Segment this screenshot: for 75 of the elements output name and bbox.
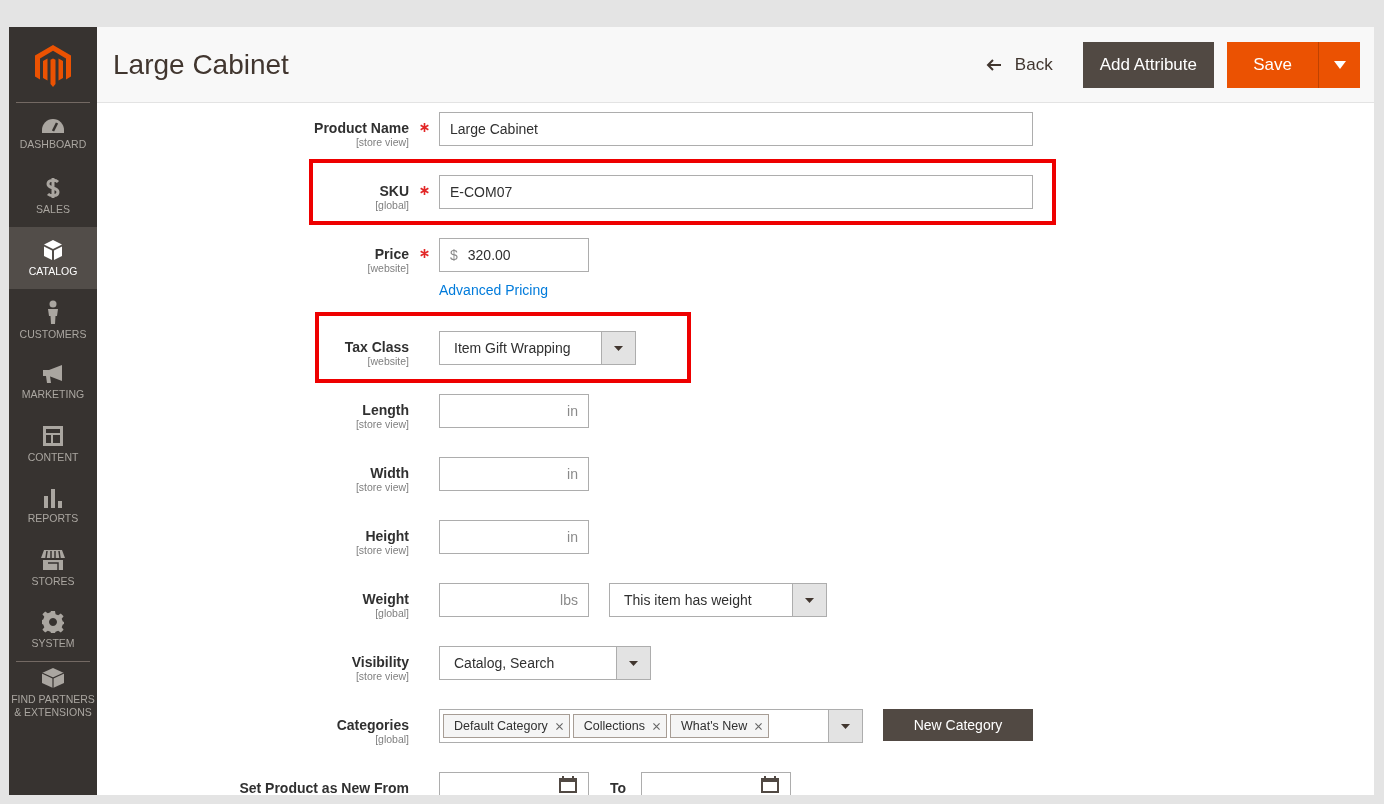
layout-icon (42, 424, 64, 447)
text-field[interactable]: E-COM07 (439, 175, 1033, 209)
nav-item[interactable]: MARKETING (9, 351, 97, 413)
gauge-icon (41, 117, 65, 134)
caret-icon (805, 597, 814, 603)
advanced-pricing-link[interactable]: Advanced Pricing (439, 282, 548, 298)
caret-icon (629, 660, 638, 666)
price-field[interactable]: $ 320.00 (439, 238, 589, 272)
number-field[interactable]: in (439, 394, 589, 428)
save-button[interactable]: Save (1227, 41, 1318, 88)
dollar-icon (46, 176, 60, 199)
to-label: To (610, 779, 627, 795)
page-title: Large Cabinet (113, 48, 289, 81)
person-icon (46, 299, 60, 324)
add-attribute-button[interactable]: Add Attribute (1082, 41, 1214, 88)
scope-label: [store view] (355, 418, 409, 430)
caret-icon (614, 345, 623, 351)
scope-label: [store view] (355, 136, 409, 148)
caret-icon (841, 723, 850, 729)
caret-icon (1333, 60, 1346, 69)
field-label: Categories (336, 717, 409, 733)
calendar-icon (760, 775, 781, 793)
nav-item[interactable]: DASHBOARD (9, 103, 97, 165)
megaphone-icon (42, 363, 64, 384)
scope-label: [store view] (355, 544, 409, 556)
field-label: Height (365, 528, 409, 544)
arrow-left-icon (985, 58, 1002, 71)
nav-item[interactable]: STORES (9, 537, 97, 599)
select-field[interactable]: This item has weight (609, 583, 827, 617)
category-tag[interactable]: Default Category (443, 714, 570, 738)
logo-icon (35, 45, 71, 87)
nav-item[interactable]: SYSTEM (9, 599, 97, 661)
remove-icon[interactable] (755, 722, 763, 730)
field-label: Price (374, 246, 409, 262)
number-field[interactable]: in (439, 457, 589, 491)
calendar-icon (558, 775, 578, 793)
nav-item[interactable]: CATALOG (9, 227, 97, 289)
scope-label: [website] (367, 262, 409, 274)
scope-label: [global] (375, 199, 409, 211)
bar-chart-icon (43, 487, 63, 508)
nav-item[interactable]: REPORTS (9, 475, 97, 537)
scope-label: [global] (375, 607, 409, 619)
select-field[interactable]: Catalog, Search (439, 646, 651, 680)
save-options-button[interactable] (1318, 41, 1360, 88)
field-label: Width (370, 465, 409, 481)
box-icon (43, 238, 63, 261)
remove-icon[interactable] (652, 722, 660, 730)
scope-label: [store view] (355, 481, 409, 493)
weight-field[interactable]: lbs (439, 583, 589, 617)
field-label: Set Product as New From (239, 780, 409, 795)
field-label: Length (362, 402, 409, 418)
back-button[interactable]: Back (985, 54, 1053, 75)
scope-label: [global] (375, 733, 409, 745)
nav-item[interactable]: FIND PARTNERS & EXTENSIONS (9, 662, 97, 724)
field-label: Visibility (351, 654, 409, 670)
gear-icon (42, 610, 64, 633)
storefront-icon (41, 548, 65, 571)
remove-icon[interactable] (555, 722, 563, 730)
number-field[interactable]: in (439, 520, 589, 554)
nav-item[interactable]: CUSTOMERS (9, 289, 97, 351)
text-field[interactable]: Large Cabinet (439, 112, 1033, 146)
field-label: SKU (379, 183, 409, 199)
field-label: Product Name (314, 120, 409, 136)
nav-item[interactable]: SALES (9, 165, 97, 227)
category-select[interactable]: Default Category Collections What's New (439, 709, 863, 743)
nav-item[interactable]: CONTENT (9, 413, 97, 475)
category-tag[interactable]: Collections (572, 714, 667, 738)
scope-label: [store view] (355, 670, 409, 682)
blocks-icon (41, 667, 65, 690)
field-label: Weight (362, 591, 409, 607)
new-category-button[interactable]: New Category (883, 709, 1033, 741)
select-field[interactable]: Item Gift Wrapping (439, 331, 636, 365)
field-label: Tax Class (344, 339, 409, 355)
category-tag[interactable]: What's New (669, 714, 770, 738)
scope-label: [website] (367, 355, 409, 367)
